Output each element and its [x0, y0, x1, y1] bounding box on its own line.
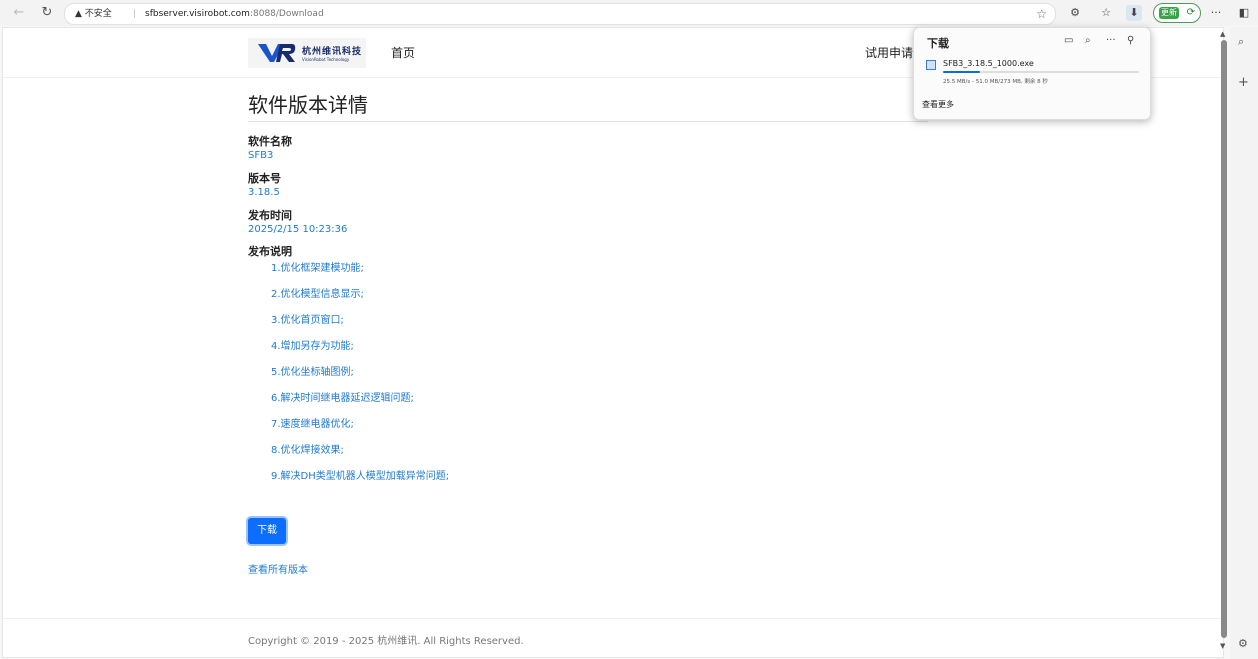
- logo-subtitle: VisionRobot Technology: [302, 57, 350, 62]
- refresh-icon[interactable]: ↻: [38, 4, 56, 22]
- see-more-link[interactable]: 查看更多: [922, 99, 954, 110]
- software-name-value: SFB3: [248, 150, 274, 161]
- scroll-down-arrow-icon[interactable]: ▼: [1220, 642, 1225, 650]
- nav-home-link[interactable]: 首页: [391, 44, 415, 61]
- url-path: :8088/Download: [249, 9, 324, 19]
- add-icon[interactable]: +: [1238, 75, 1249, 90]
- favorites-icon[interactable]: ☆: [1098, 5, 1114, 21]
- release-notes-label: 发布说明: [248, 245, 292, 258]
- download-button[interactable]: 下载: [248, 518, 286, 544]
- settings-gear-icon[interactable]: ⚙: [1238, 637, 1248, 650]
- address-separator: |: [133, 9, 137, 19]
- update-button[interactable]: 更新 ⟳: [1153, 3, 1201, 23]
- sidebar-toggle-icon[interactable]: ◧: [1236, 5, 1252, 21]
- vr-logo-icon: [258, 44, 296, 62]
- download-progress-bar: [943, 71, 1139, 73]
- site-logo[interactable]: 杭州维讯科技 VisionRobot Technology: [248, 38, 366, 68]
- release-time-label: 发布时间: [248, 209, 292, 222]
- downloads-title: 下载: [927, 37, 949, 50]
- footer-copyright: Copyright © 2019 - 2025 杭州维讯. All Rights…: [248, 636, 524, 647]
- release-note-item: 6.解决时间继电器延迟逻辑问题;: [271, 393, 414, 404]
- footer-divider: [3, 618, 1223, 619]
- search-icon[interactable]: ⌕: [1238, 35, 1244, 49]
- release-note-item: 2.优化模型信息显示;: [271, 289, 364, 300]
- file-icon: [926, 60, 936, 70]
- version-value: 3.18.5: [248, 187, 280, 198]
- update-icon: ⟳: [1186, 7, 1195, 18]
- scroll-up-arrow-icon[interactable]: ▲: [1220, 30, 1225, 38]
- download-status: 25.5 MB/s - 51.0 MB/273 MB, 剩余 8 秒: [943, 79, 1048, 85]
- downloads-popup: 下载 ▭ ⌕ ··· ⚲ SFB3_3.18.5_1000.exe 25.5 M…: [913, 27, 1151, 120]
- release-note-item: 9.解决DH类型机器人模型加载异常问题;: [271, 471, 450, 482]
- page-title: 软件版本详情: [248, 93, 368, 117]
- page-scrollbar[interactable]: [1221, 40, 1227, 638]
- browser-sidebar: ⌕ + ⚙: [1230, 27, 1258, 659]
- update-label: 更新: [1159, 7, 1179, 19]
- open-folder-icon[interactable]: ▭: [1064, 35, 1073, 46]
- logo-company-name: 杭州维讯科技: [302, 47, 363, 57]
- download-file-name[interactable]: SFB3_3.18.5_1000.exe: [943, 59, 1034, 68]
- release-note-item: 1.优化框架建模功能;: [271, 263, 364, 274]
- extensions-icon[interactable]: ⚙: [1067, 5, 1083, 21]
- more-menu-icon[interactable]: ···: [1208, 5, 1224, 21]
- url-text: sfbserver.visirobot.com:8088/Download: [145, 4, 324, 24]
- release-note-item: 7.速度继电器优化;: [271, 419, 354, 430]
- not-secure-label[interactable]: ▲ 不安全: [75, 4, 112, 24]
- version-label: 版本号: [248, 172, 281, 185]
- release-time-value: 2025/2/15 10:23:36: [248, 224, 348, 235]
- web-page: 杭州维讯科技 VisionRobot Technology 首页 试用申请 软件…: [2, 27, 1224, 658]
- release-note-item: 3.优化首页窗口;: [271, 315, 344, 326]
- more-options-icon[interactable]: ···: [1106, 35, 1116, 46]
- url-host: sfbserver.visirobot.com: [145, 9, 250, 19]
- software-name-label: 软件名称: [248, 135, 292, 148]
- browser-toolbar: ← ↻ ▲ 不安全 | sfbserver.visirobot.com:8088…: [0, 0, 1258, 26]
- release-note-item: 4.增加另存为功能;: [271, 341, 354, 352]
- release-note-item: 8.优化焊接效果;: [271, 445, 344, 456]
- back-icon[interactable]: ←: [10, 4, 28, 22]
- download-progress-fill: [943, 71, 981, 73]
- title-divider: [248, 121, 928, 122]
- release-note-item: 5.优化坐标轴图例;: [271, 367, 354, 378]
- nav-trial-link[interactable]: 试用申请: [865, 44, 913, 61]
- all-versions-link[interactable]: 查看所有版本: [248, 561, 308, 576]
- address-bar[interactable]: ▲ 不安全 | sfbserver.visirobot.com:8088/Dow…: [64, 3, 1056, 25]
- favorite-star-icon[interactable]: ☆: [1036, 4, 1047, 24]
- downloads-icon[interactable]: ⬇: [1126, 5, 1142, 21]
- search-downloads-icon[interactable]: ⌕: [1085, 35, 1091, 46]
- pin-icon[interactable]: ⚲: [1127, 35, 1134, 46]
